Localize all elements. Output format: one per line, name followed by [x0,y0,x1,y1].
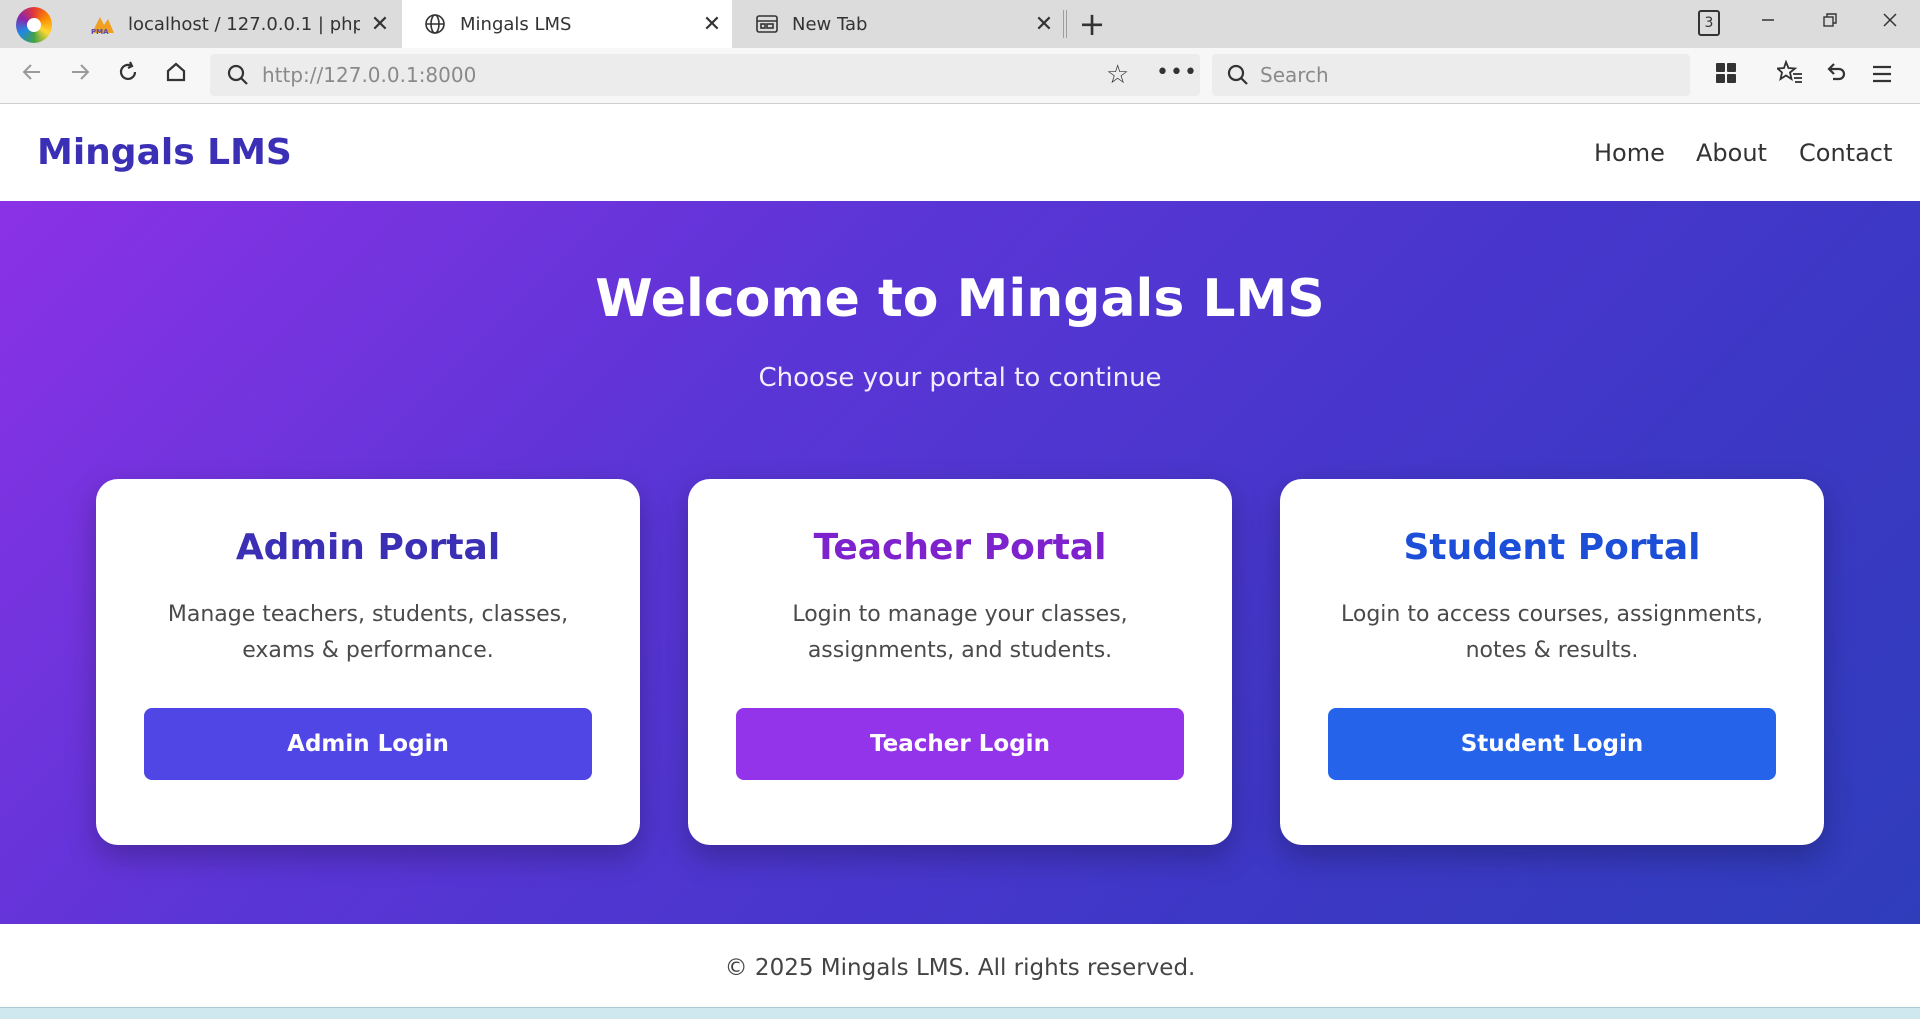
browser-toolbar: http://127.0.0.1:8000 ☆ ••• Search [0,48,1920,104]
search-icon [226,63,250,91]
new-tab-button[interactable]: + [1072,4,1112,44]
url-text[interactable]: http://127.0.0.1:8000 [262,54,476,96]
teacher-portal-card: Teacher Portal Login to manage your clas… [688,479,1232,845]
card-description: Login to access courses, assignments, no… [1341,602,1763,663]
globe-icon [420,12,450,36]
tab-label: New Tab [792,13,868,35]
tab-divider [1066,10,1067,38]
undo-icon[interactable] [1816,56,1856,96]
tab-label: localhost / 127.0.0.1 | phpMyA [128,13,360,35]
hero-subtitle: Choose your portal to continue [758,363,1162,393]
search-bar[interactable]: Search [1212,54,1690,96]
site-brand[interactable]: Mingals LMS [37,105,292,201]
page-actions-icon[interactable]: ••• [1156,54,1198,92]
footer-copyright: © 2025 Mingals LMS. All rights reserved. [724,955,1196,981]
browser-logo-icon[interactable] [16,7,52,43]
tab-mingals-lms[interactable]: Mingals LMS ✕ [402,0,732,48]
forward-icon[interactable] [60,56,100,96]
tab-close-icon[interactable]: ✕ [1024,12,1064,37]
reload-icon[interactable] [108,56,148,96]
favorites-icon[interactable] [1770,56,1810,96]
hero-title: Welcome to Mingals LMS [595,269,1325,329]
nav-link-about[interactable]: About [1696,105,1767,201]
nav-link-contact[interactable]: Contact [1799,105,1892,201]
card-title: Student Portal [1403,527,1701,568]
taskbar-edge [0,1007,1920,1019]
site-header: Mingals LMS Home About Contact [0,105,1920,201]
site-footer: © 2025 Mingals LMS. All rights reserved. [0,924,1920,1007]
pma-icon: PMA [88,13,118,35]
minimize-icon[interactable] [1740,0,1796,44]
search-icon [1226,63,1250,91]
browser-tab-strip: PMA localhost / 127.0.0.1 | phpMyA ✕ Min… [0,0,1920,48]
grid-icon[interactable] [1706,56,1746,96]
card-title: Teacher Portal [813,527,1107,568]
back-icon[interactable] [12,56,52,96]
tab-close-icon[interactable]: ✕ [360,12,400,37]
search-input[interactable]: Search [1260,54,1329,96]
card-description: Manage teachers, students, classes, exam… [167,602,569,663]
svg-text:PMA: PMA [91,28,109,35]
url-bar[interactable]: http://127.0.0.1:8000 ☆ ••• [210,54,1200,96]
student-login-button[interactable]: Student Login [1328,708,1776,780]
tab-phpmyadmin[interactable]: PMA localhost / 127.0.0.1 | phpMyA ✕ [70,0,400,48]
newtab-icon [752,14,782,34]
home-icon[interactable] [156,56,196,96]
admin-portal-card: Admin Portal Manage teachers, students, … [96,479,640,845]
nav-link-home[interactable]: Home [1594,105,1665,201]
teacher-login-button[interactable]: Teacher Login [736,708,1184,780]
card-description: Login to manage your classes, assignment… [792,602,1128,663]
tab-close-icon[interactable]: ✕ [692,12,732,37]
card-title: Admin Portal [235,527,501,568]
tab-new-tab[interactable]: New Tab ✕ [734,0,1064,48]
bookmark-star-icon[interactable]: ☆ [1106,54,1129,96]
admin-login-button[interactable]: Admin Login [144,708,592,780]
restore-icon[interactable] [1802,0,1858,44]
hero-section: Welcome to Mingals LMS Choose your porta… [0,201,1920,924]
tab-label: Mingals LMS [460,13,572,35]
window-close-icon[interactable] [1862,0,1918,44]
student-portal-card: Student Portal Login to access courses, … [1280,479,1824,845]
tab-count-badge[interactable]: 3 [1698,10,1720,36]
menu-icon[interactable] [1862,56,1902,96]
